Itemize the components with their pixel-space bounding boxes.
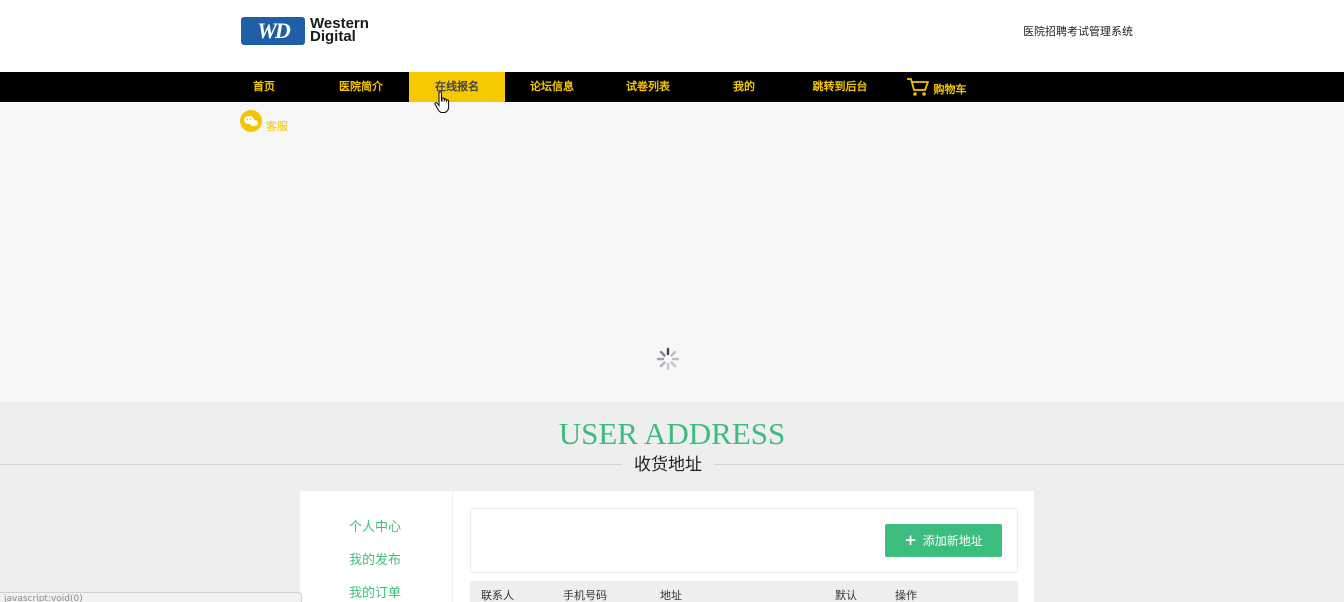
nav-item-home[interactable]: 首页 [240, 72, 288, 102]
customer-service-label: 客服 [266, 120, 288, 133]
hand-cursor-icon [434, 91, 450, 113]
user-sidebar: 个人中心 我的发布 我的订单 [300, 491, 453, 602]
nav-item-forum[interactable]: 论坛信息 [522, 72, 582, 102]
column-header-phone: 手机号码 [563, 589, 607, 602]
add-address-button[interactable]: + 添加新地址 [885, 524, 1002, 557]
wechat-icon [240, 110, 262, 132]
loading-spinner-icon [656, 347, 680, 371]
logo-text: Western Digital [310, 16, 369, 44]
sidebar-item-my-posts[interactable]: 我的发布 [349, 549, 401, 568]
plus-icon: + [904, 531, 917, 549]
column-header-contact: 联系人 [481, 589, 514, 602]
nav-item-admin[interactable]: 跳转到后台 [804, 72, 876, 102]
column-header-default: 默认 [835, 589, 857, 602]
section-title-en: USER ADDRESS [558, 416, 786, 451]
main-nav: 首页 医院简介 在线报名 论坛信息 试卷列表 我的 跳转到后台 购物车 [0, 72, 1344, 102]
nav-item-cart[interactable]: 购物车 [930, 75, 970, 105]
add-address-label: 添加新地址 [922, 534, 983, 548]
column-header-address: 地址 [660, 589, 682, 602]
site-title: 医院招聘考试管理系统 [1023, 25, 1133, 38]
cart-icon[interactable] [906, 77, 930, 97]
nav-item-hospital-intro[interactable]: 医院简介 [331, 72, 391, 102]
sidebar-item-my-orders[interactable]: 我的订单 [349, 582, 401, 601]
section-title-cn: 收货地址 [622, 453, 714, 477]
nav-item-exam-papers[interactable]: 试卷列表 [618, 72, 678, 102]
nav-item-online-registration[interactable]: 在线报名 [409, 72, 505, 102]
address-table-header: 联系人 手机号码 地址 默认 操作 [470, 581, 1018, 602]
browser-status-bar: javascript:void(0) [0, 592, 302, 602]
nav-item-mine[interactable]: 我的 [726, 72, 762, 102]
logo-badge: WD [241, 17, 305, 45]
header: WD Western Digital 医院招聘考试管理系统 [0, 0, 1344, 72]
sidebar-item-personal-center[interactable]: 个人中心 [349, 516, 401, 535]
brand-logo[interactable]: WD Western Digital [241, 16, 383, 45]
column-header-actions: 操作 [895, 589, 917, 602]
